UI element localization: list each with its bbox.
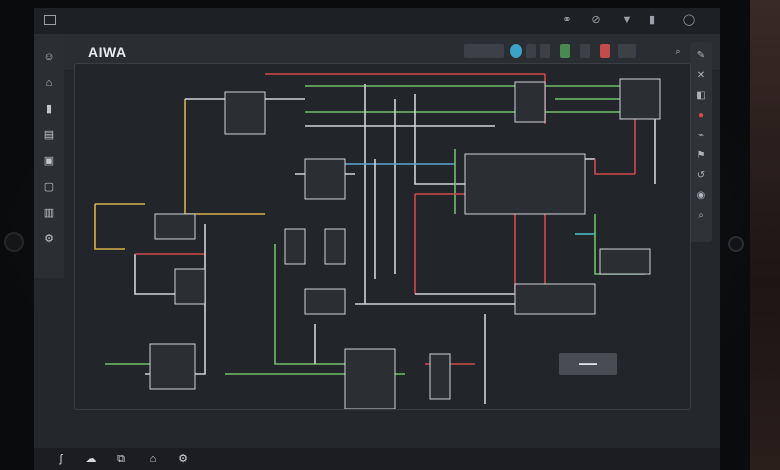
- link-icon: ⚭: [562, 14, 572, 26]
- flag-icon[interactable]: ⚑: [695, 150, 707, 162]
- grid-icon[interactable]: [526, 44, 536, 58]
- settings-icon[interactable]: ⚙: [176, 452, 190, 466]
- clipboard-icon[interactable]: ▣: [42, 154, 56, 168]
- relay-block-4: [154, 213, 196, 240]
- relay-block-1: [224, 91, 266, 135]
- relay-block-3: [304, 158, 346, 200]
- tool-icon[interactable]: ʃ: [54, 452, 68, 466]
- connector-block-4: [429, 353, 451, 400]
- info-icon[interactable]: [510, 44, 522, 58]
- home-icon[interactable]: ⌂: [42, 76, 56, 90]
- relay-block-6: [149, 343, 196, 390]
- ic-chip-2: [344, 348, 396, 410]
- lock-icon[interactable]: ◧: [695, 90, 707, 102]
- connector-block-3: [514, 283, 596, 315]
- cloud-icon[interactable]: ☁: [84, 452, 98, 466]
- relay-block-2: [619, 78, 661, 120]
- connector-block-2: [304, 288, 346, 315]
- record-icon[interactable]: ●: [695, 110, 707, 122]
- copy-icon[interactable]: ⧉: [114, 452, 128, 466]
- brush-icon[interactable]: ⌁: [695, 130, 707, 142]
- relay-block-5: [174, 268, 206, 305]
- app-title: AIWA: [88, 44, 127, 60]
- save-icon[interactable]: [580, 44, 590, 58]
- chat-icon[interactable]: ☺: [42, 50, 56, 64]
- undo-icon[interactable]: ↺: [695, 170, 707, 182]
- close-icon[interactable]: ✕: [695, 70, 707, 82]
- home-sensor: [728, 236, 744, 252]
- screen: ⚭ ⊘ ▼ ▮ ◯ AIWA ⌕ ☺ ⌂ ▮ ▤ ▣ ▢ ▥ ⚙ ✎ ✕ ◧ ●…: [34, 8, 720, 470]
- search-icon[interactable]: ⌕: [695, 210, 707, 222]
- panel-icon[interactable]: ▥: [42, 206, 56, 220]
- tag-icon[interactable]: ⌂: [146, 452, 160, 466]
- list-icon[interactable]: [618, 44, 636, 58]
- right-toolbar: ✎ ✕ ◧ ● ⌁ ⚑ ↺ ◉ ⌕: [690, 42, 712, 242]
- wire-red-3: [594, 159, 635, 175]
- settings-icon[interactable]: ⚙: [42, 232, 56, 246]
- wire-yellow-3: [94, 204, 125, 250]
- zoom-icon[interactable]: ⌕: [672, 44, 684, 58]
- layers-icon[interactable]: [540, 44, 550, 58]
- status-bar: ⚭ ⊘ ▼ ▮ ◯: [34, 8, 720, 34]
- no-signal-icon: ⊘: [591, 14, 601, 26]
- switch-block-2: [324, 228, 346, 265]
- pencil-icon[interactable]: ✎: [695, 50, 707, 62]
- record-button[interactable]: [600, 44, 610, 58]
- search-box[interactable]: [464, 44, 504, 58]
- page-icon[interactable]: ▢: [42, 180, 56, 194]
- connector-block-1: [514, 81, 546, 123]
- doc-icon[interactable]: ▤: [42, 128, 56, 142]
- bottom-bar: ʃ ☁ ⧉ ⌂ ⚙: [34, 448, 720, 470]
- switch-block-1: [284, 228, 306, 265]
- component-icon[interactable]: [560, 44, 570, 58]
- camera-lens: [4, 232, 24, 252]
- battery-icon: ▮: [648, 14, 656, 26]
- background-edge: [750, 0, 780, 470]
- menu-icon[interactable]: ▮: [42, 102, 56, 116]
- connector-block-5: [599, 248, 651, 275]
- left-sidebar: ☺ ⌂ ▮ ▤ ▣ ▢ ▥ ⚙: [34, 38, 64, 278]
- eye-icon[interactable]: ◉: [695, 190, 707, 202]
- app-icon: [44, 15, 56, 25]
- ic-chip-main: [464, 153, 586, 215]
- wifi-icon: ▼: [621, 14, 633, 26]
- power-icon[interactable]: ◯: [682, 14, 696, 26]
- wire-white-5: [414, 94, 465, 185]
- component-tooltip: ▬▬▬: [559, 353, 617, 375]
